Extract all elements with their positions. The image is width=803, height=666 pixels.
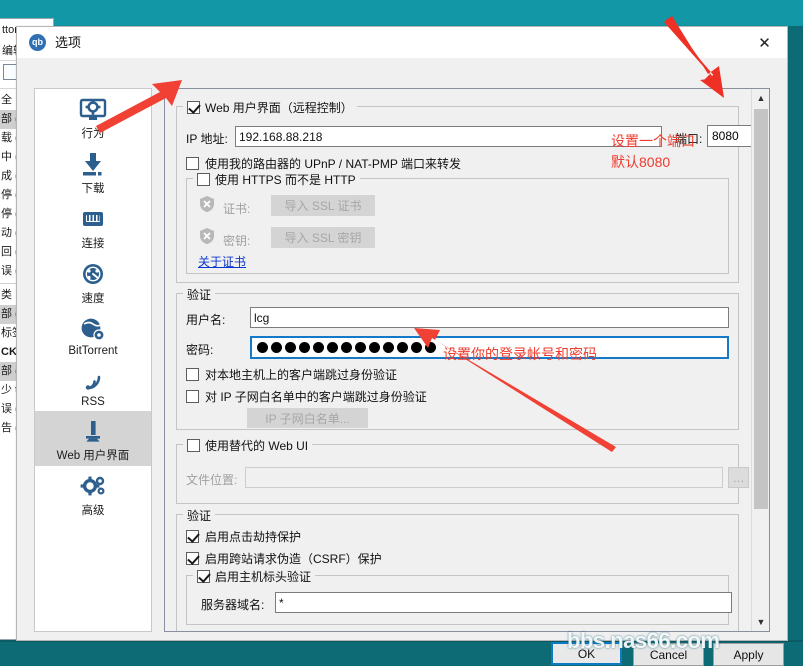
sidebar-item-label: 下载 — [81, 183, 105, 195]
bypass-subnet-label: 对 IP 子网白名单中的客户端跳过身份验证 — [205, 390, 427, 404]
sidebar-item-label: 连接 — [81, 238, 105, 250]
rss-icon — [76, 365, 110, 395]
bittorrent-icon — [76, 314, 110, 344]
host-header-group: 启用主机标头验证 服务器域名: — [186, 568, 732, 625]
file-location-input[interactable] — [245, 467, 723, 488]
security-group: 验证 启用点击劫持保护 启用跨站请求伪造（CSRF）保护 启用主机标头验证 服务… — [176, 507, 739, 631]
upnp-forward-checkbox[interactable] — [186, 157, 199, 170]
close-icon[interactable]: ✕ — [742, 27, 787, 58]
webui-enable-checkbox[interactable] — [187, 101, 200, 114]
csrf-row[interactable]: 启用跨站请求伪造（CSRF）保护 — [186, 550, 382, 567]
server-domain-label: 服务器域名: — [201, 598, 265, 612]
alternative-webui-label: 使用替代的 Web UI — [205, 439, 309, 453]
port-annotation-line2: 默认8080 — [611, 154, 671, 170]
host-header-group-title[interactable]: 启用主机标头验证 — [193, 568, 316, 585]
advanced-icon — [76, 471, 110, 501]
scroll-down-icon[interactable]: ▼ — [752, 613, 769, 631]
upnp-forward-label: 使用我的路由器的 UPnP / NAT-PMP 端口来转发 — [205, 157, 462, 171]
import-ssl-key-button[interactable]: 导入 SSL 密钥 — [271, 227, 375, 248]
host-header-label: 启用主机标头验证 — [215, 570, 312, 584]
sidebar-item-webui[interactable]: Web 用户界面 — [35, 411, 151, 466]
dialog-titlebar: qb 选项 ✕ — [17, 27, 787, 58]
bypass-subnet-row[interactable]: 对 IP 子网白名单中的客户端跳过身份验证 — [186, 388, 427, 405]
https-group: 使用 HTTPS 而不是 HTTP 证书: 导入 SSL 证书 密钥: 导入 S… — [186, 171, 729, 274]
alternative-webui-group-title[interactable]: 使用替代的 Web UI — [183, 437, 313, 454]
speed-icon — [76, 259, 110, 289]
scrollbar-thumb[interactable] — [754, 109, 768, 509]
sidebar-item-rss[interactable]: RSS — [35, 360, 151, 411]
sidebar-item-connection[interactable]: 连接 — [35, 199, 151, 254]
behavior-icon — [76, 94, 110, 124]
password-label: 密码: — [186, 343, 214, 357]
upnp-forward-row[interactable]: 使用我的路由器的 UPnP / NAT-PMP 端口来转发 — [186, 155, 461, 172]
apply-button[interactable]: Apply — [713, 643, 784, 666]
cancel-button[interactable]: Cancel — [633, 643, 704, 666]
server-domain-input[interactable] — [275, 592, 732, 613]
port-annotation-line1: 设置一个端口 — [611, 133, 695, 149]
security-group-label: 验证 — [187, 509, 212, 523]
host-header-checkbox[interactable] — [197, 570, 210, 583]
sidebar-item-label: 行为 — [81, 128, 105, 140]
bypass-subnet-checkbox[interactable] — [186, 390, 199, 403]
credentials-annotation: 设置你的登录帐号和密码 — [443, 346, 597, 362]
alternative-webui-group: 使用替代的 Web UI 文件位置: … — [176, 437, 749, 504]
clickjacking-checkbox[interactable] — [186, 530, 199, 543]
bypass-localhost-checkbox[interactable] — [186, 368, 199, 381]
https-enable-checkbox[interactable] — [197, 173, 210, 186]
qbittorrent-logo-icon: qb — [29, 34, 46, 51]
content-scrollbar[interactable]: ▲ ▼ — [751, 89, 769, 631]
clickjacking-row[interactable]: 启用点击劫持保护 — [186, 528, 301, 545]
scroll-up-icon[interactable]: ▲ — [752, 89, 769, 107]
dialog-title: 选项 — [55, 35, 82, 50]
certificate-label: 证书: — [223, 202, 251, 216]
desktop-top-band — [0, 0, 803, 26]
browse-folder-button[interactable]: … — [728, 467, 749, 488]
sidebar-item-label: BitTorrent — [68, 345, 118, 357]
https-group-title[interactable]: 使用 HTTPS 而不是 HTTP — [193, 171, 360, 188]
ip-address-label: IP 地址: — [186, 132, 228, 146]
https-group-label: 使用 HTTPS 而不是 HTTP — [215, 173, 356, 187]
ip-address-input[interactable] — [235, 126, 662, 147]
webui-icon — [76, 416, 110, 446]
authentication-group-label: 验证 — [187, 288, 212, 302]
sidebar-item-label: 速度 — [81, 293, 105, 305]
connection-icon — [76, 204, 110, 234]
about-certificates-link[interactable]: 关于证书 — [198, 253, 246, 270]
options-dialog: qb 选项 ✕ 行为 下载 连接 速度 BitTorrent RSS Web 用… — [16, 26, 788, 666]
file-location-label: 文件位置: — [186, 473, 238, 487]
webui-group-title[interactable]: Web 用户界面（远程控制） — [183, 99, 357, 116]
key-label: 密钥: — [223, 234, 251, 248]
sidebar-item-label: RSS — [81, 396, 105, 408]
clickjacking-label: 启用点击劫持保护 — [205, 530, 302, 544]
options-sidebar[interactable]: 行为 下载 连接 速度 BitTorrent RSS Web 用户界面 高级 — [34, 88, 152, 632]
csrf-checkbox[interactable] — [186, 552, 199, 565]
sidebar-item-behavior[interactable]: 行为 — [35, 89, 151, 144]
key-shield-icon — [199, 227, 215, 245]
csrf-label: 启用跨站请求伪造（CSRF）保护 — [205, 552, 382, 566]
certificate-shield-icon — [199, 195, 215, 213]
port-input[interactable] — [708, 126, 753, 146]
security-group-title: 验证 — [183, 507, 216, 524]
alternative-webui-checkbox[interactable] — [187, 439, 200, 452]
bypass-localhost-label: 对本地主机上的客户端跳过身份验证 — [205, 368, 398, 382]
import-ssl-certificate-button[interactable]: 导入 SSL 证书 — [271, 195, 375, 216]
add-torrent-icon[interactable] — [3, 64, 17, 80]
sidebar-item-downloads[interactable]: 下载 — [35, 144, 151, 199]
ok-button[interactable]: OK — [551, 642, 622, 665]
downloads-icon — [76, 149, 110, 179]
bypass-localhost-row[interactable]: 对本地主机上的客户端跳过身份验证 — [186, 366, 397, 383]
username-input[interactable] — [250, 307, 729, 328]
sidebar-item-label: 高级 — [81, 505, 105, 517]
ip-subnet-whitelist-button[interactable]: IP 子网白名单... — [247, 408, 368, 428]
sidebar-item-speed[interactable]: 速度 — [35, 254, 151, 309]
sidebar-item-label: Web 用户界面 — [56, 450, 130, 462]
username-label: 用户名: — [186, 313, 226, 327]
sidebar-item-bittorrent[interactable]: BitTorrent — [35, 309, 151, 360]
webui-group-label: Web 用户界面（远程控制） — [205, 101, 353, 115]
sidebar-item-advanced[interactable]: 高级 — [35, 466, 151, 521]
authentication-group-title: 验证 — [183, 286, 216, 303]
